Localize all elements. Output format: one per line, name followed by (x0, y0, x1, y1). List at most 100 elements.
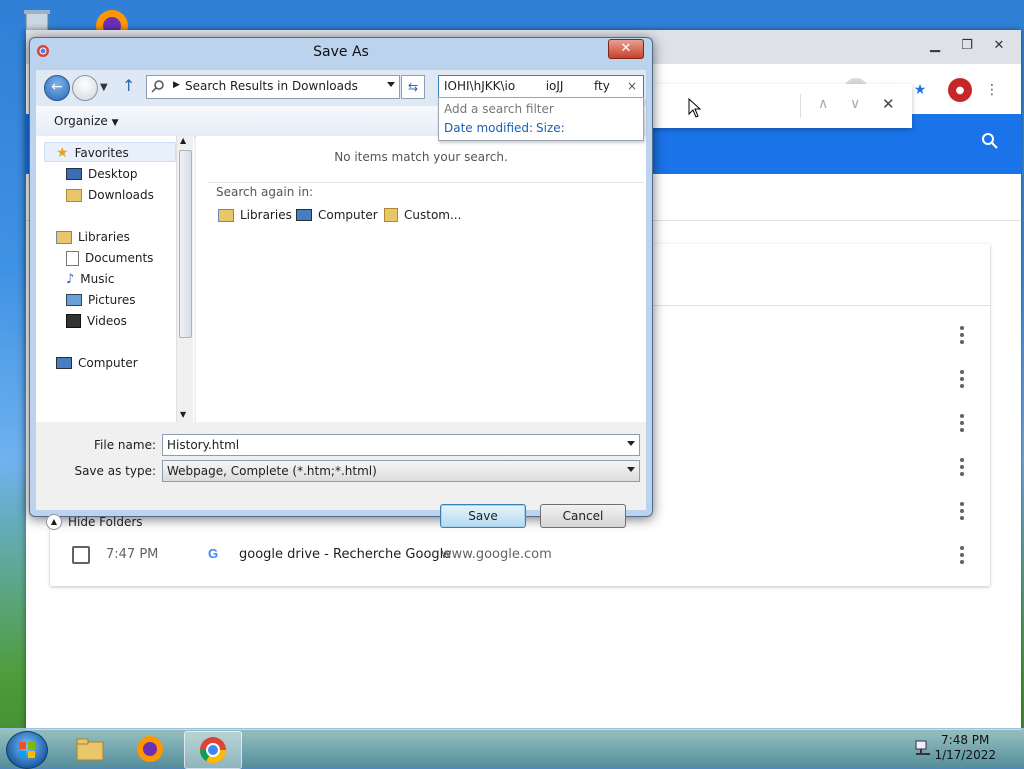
nav-documents[interactable]: Documents (66, 249, 153, 267)
navigation-pane: ★ Favorites Desktop Downloads Libraries … (36, 136, 194, 422)
search-results-icon (151, 79, 165, 96)
nav-computer[interactable]: Computer (56, 354, 138, 372)
search-libraries-label: Libraries (240, 208, 292, 222)
organize-menu[interactable]: Organize ▼ (54, 114, 119, 128)
cancel-button[interactable]: Cancel (540, 504, 626, 528)
hide-folders-toggle[interactable]: ▲ Hide Folders (46, 514, 143, 530)
search-again-label: Search again in: (216, 185, 314, 199)
save-as-dialog: Save As ✕ ← ▼ ↑ ▶ Search Results in Down… (29, 37, 653, 530)
breadcrumb-chevron-icon: ▶ (173, 80, 180, 90)
scroll-down-icon[interactable]: ▼ (180, 410, 186, 419)
dialog-close-button[interactable]: ✕ (608, 39, 644, 59)
more-actions-icon[interactable] (960, 458, 964, 476)
nav-pictures-label: Pictures (88, 293, 136, 307)
dialog-footer: File name: History.html Save as type: We… (36, 422, 646, 530)
search-libraries-link[interactable]: Libraries (218, 208, 292, 222)
profile-avatar-icon[interactable]: ● (948, 78, 972, 102)
network-icon[interactable] (914, 739, 932, 757)
scroll-up-icon[interactable]: ▲ (180, 136, 186, 145)
refresh-icon[interactable]: ⇆ (401, 75, 425, 99)
history-entry-title[interactable]: google drive - Recherche Google (239, 547, 451, 562)
size-filter[interactable]: Size: (536, 121, 565, 135)
clear-search-icon[interactable]: × (627, 79, 637, 93)
find-next-icon[interactable]: ∨ (850, 96, 860, 112)
search-input[interactable]: IOHI\hJKK\io ioJJ fty × (438, 75, 644, 99)
nav-libraries[interactable]: Libraries (56, 228, 130, 246)
save-button[interactable]: Save (440, 504, 526, 528)
search-computer-label: Computer (318, 208, 378, 222)
nav-favorites[interactable]: ★ Favorites (56, 144, 129, 162)
start-button[interactable] (6, 731, 48, 769)
more-actions-icon[interactable] (960, 414, 964, 432)
search-computer-link[interactable]: Computer (296, 208, 378, 222)
libraries-icon (218, 208, 234, 222)
forward-arrow-icon[interactable] (72, 75, 98, 101)
recent-pages-chevron-icon[interactable]: ▼ (100, 82, 108, 93)
collapse-chevron-icon: ▲ (46, 514, 62, 530)
file-name-field[interactable]: History.html (162, 434, 640, 456)
history-row[interactable]: 7:47 PM G google drive - Recherche Googl… (50, 534, 990, 578)
find-prev-icon[interactable]: ∧ (818, 96, 828, 112)
save-type-select[interactable]: Webpage, Complete (*.htm;*.html) (162, 460, 640, 482)
nav-videos-label: Videos (87, 314, 127, 328)
history-entry-domain: www.google.com (441, 547, 552, 562)
libraries-icon (56, 230, 72, 244)
nav-scrollbar[interactable]: ▲ ▼ (176, 136, 193, 422)
search-custom-link[interactable]: Custom... (384, 208, 461, 222)
mouse-cursor-icon (688, 97, 702, 121)
menu-kebab-icon[interactable]: ⋮ (980, 78, 1004, 102)
custom-folder-icon (384, 208, 398, 222)
address-dropdown-icon[interactable] (387, 82, 395, 87)
system-clock[interactable]: 7:48 PM 1/17/2022 (934, 733, 996, 763)
more-actions-icon[interactable] (960, 546, 964, 564)
dialog-title: Save As (313, 44, 369, 60)
minimize-icon[interactable]: ▁ (925, 38, 945, 54)
nav-libraries-label: Libraries (78, 230, 130, 244)
save-type-dropdown-icon[interactable] (627, 467, 635, 472)
close-window-icon[interactable]: ✕ (989, 38, 1009, 54)
google-favicon-icon: G (208, 546, 219, 561)
row-checkbox[interactable] (72, 546, 90, 564)
search-filter-popup: Add a search filter Date modified: Size: (438, 97, 644, 141)
no-items-message: No items match your search. (334, 150, 508, 164)
videos-icon (66, 314, 81, 328)
file-name-dropdown-icon[interactable] (627, 441, 635, 446)
dialog-body: ← ▼ ↑ ▶ Search Results in Downloads ⇆ IO… (36, 70, 646, 530)
divider (208, 182, 644, 183)
more-actions-icon[interactable] (960, 326, 964, 344)
maximize-icon[interactable]: ❐ (957, 38, 977, 54)
address-bar[interactable]: ▶ Search Results in Downloads (146, 75, 400, 99)
date-modified-filter[interactable]: Date modified: (444, 121, 533, 135)
windows-logo-icon (19, 742, 35, 758)
chrome-taskbar-icon[interactable] (184, 731, 242, 769)
address-text: Search Results in Downloads (185, 79, 358, 93)
nav-downloads-label: Downloads (88, 188, 154, 202)
file-explorer-taskbar-icon[interactable] (62, 731, 118, 767)
back-arrow-icon[interactable]: ← (44, 75, 70, 101)
nav-desktop[interactable]: Desktop (66, 165, 138, 183)
more-actions-icon[interactable] (960, 370, 964, 388)
save-type-value: Webpage, Complete (*.htm;*.html) (167, 464, 377, 478)
firefox-taskbar-icon[interactable] (122, 731, 178, 767)
nav-videos[interactable]: Videos (66, 312, 127, 330)
nav-music[interactable]: ♪ Music (66, 270, 114, 288)
up-arrow-icon[interactable]: ↑ (122, 76, 135, 95)
find-bar: ∧ ∨ ✕ (620, 84, 912, 128)
file-name-value: History.html (167, 438, 240, 452)
find-close-icon[interactable]: ✕ (882, 95, 895, 113)
nav-pictures[interactable]: Pictures (66, 291, 136, 309)
downloads-folder-icon (66, 188, 82, 202)
nav-music-label: Music (80, 272, 115, 286)
desktop-icon (66, 168, 82, 180)
pictures-icon (66, 294, 82, 306)
nav-downloads[interactable]: Downloads (66, 186, 154, 204)
documents-icon (66, 250, 79, 266)
music-note-icon: ♪ (66, 271, 75, 287)
computer-icon (296, 209, 312, 221)
visit-time: 7:47 PM (106, 547, 159, 562)
filter-hint: Add a search filter (444, 102, 554, 116)
more-actions-icon[interactable] (960, 502, 964, 520)
file-list-pane: No items match your search. Search again… (196, 136, 646, 422)
scrollbar-thumb[interactable] (179, 150, 192, 338)
history-search-icon[interactable] (981, 132, 999, 153)
